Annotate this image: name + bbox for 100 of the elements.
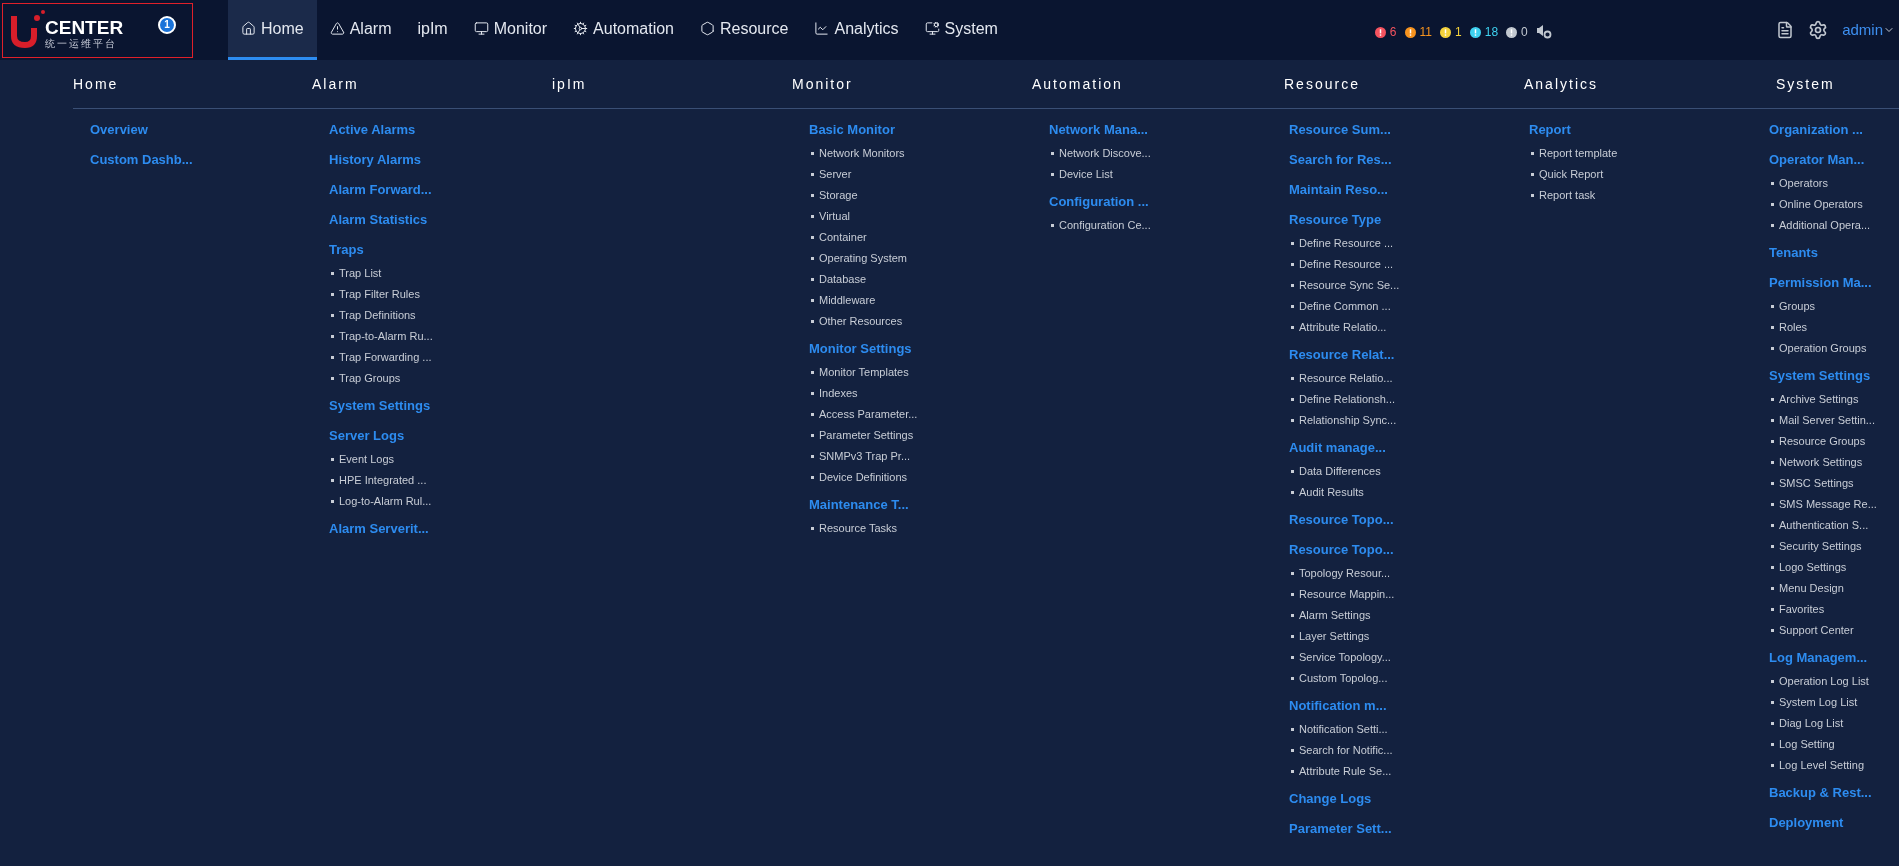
menu-item-link[interactable]: Audit Results: [1289, 482, 1529, 503]
menu-group-link[interactable]: Notification m...: [1289, 693, 1529, 719]
menu-item-link[interactable]: Topology Resour...: [1289, 563, 1529, 584]
menu-item-link[interactable]: Device List: [1049, 164, 1289, 185]
menu-item-link[interactable]: Data Differences: [1289, 461, 1529, 482]
menu-group-link[interactable]: Log Managem...: [1769, 645, 1899, 671]
menu-item-link[interactable]: Online Operators: [1769, 194, 1899, 215]
menu-group-link[interactable]: Overview: [90, 117, 329, 143]
menu-item-link[interactable]: Search for Notific...: [1289, 740, 1529, 761]
menu-group-link[interactable]: Maintenance T...: [809, 492, 1049, 518]
menu-item-link[interactable]: Resource Mappin...: [1289, 584, 1529, 605]
menu-item-link[interactable]: Resource Relatio...: [1289, 368, 1529, 389]
user-menu[interactable]: admin: [1842, 18, 1895, 42]
menu-group-link[interactable]: Deployment: [1769, 810, 1899, 836]
menu-item-link[interactable]: Indexes: [809, 383, 1049, 404]
menu-item-link[interactable]: Trap Forwarding ...: [329, 347, 569, 368]
menu-item-link[interactable]: Attribute Relatio...: [1289, 317, 1529, 338]
menu-item-link[interactable]: Parameter Settings: [809, 425, 1049, 446]
menu-item-link[interactable]: Log-to-Alarm Rul...: [329, 491, 569, 512]
alarm-count[interactable]: 0: [1521, 23, 1528, 41]
nav-tab[interactable]: Automation: [560, 0, 687, 60]
menu-item-link[interactable]: Define Common ...: [1289, 296, 1529, 317]
notification-badge[interactable]: 1: [158, 15, 176, 34]
menu-item-link[interactable]: Resource Sync Se...: [1289, 275, 1529, 296]
menu-group-link[interactable]: Tenants: [1769, 240, 1899, 266]
menu-group-link[interactable]: Configuration ...: [1049, 189, 1289, 215]
menu-item-link[interactable]: Operators: [1769, 173, 1899, 194]
menu-item-link[interactable]: Layer Settings: [1289, 626, 1529, 647]
menu-item-link[interactable]: Operation Groups: [1769, 338, 1899, 359]
menu-group-link[interactable]: System Settings: [1769, 363, 1899, 389]
alarm-count[interactable]: 1: [1455, 23, 1462, 41]
menu-group-link[interactable]: Permission Ma...: [1769, 270, 1899, 296]
menu-item-link[interactable]: Support Center: [1769, 620, 1899, 641]
menu-group-link[interactable]: System Settings: [329, 393, 569, 419]
menu-item-link[interactable]: Attribute Rule Se...: [1289, 761, 1529, 782]
menu-item-link[interactable]: SNMPv3 Trap Pr...: [809, 446, 1049, 467]
alarm-count[interactable]: 18: [1484, 23, 1499, 41]
menu-group-link[interactable]: Operator Man...: [1769, 147, 1899, 173]
menu-item-link[interactable]: Monitor Templates: [809, 362, 1049, 383]
nav-tab[interactable]: Alarm: [316, 0, 405, 60]
nav-tab[interactable]: ipIm: [404, 0, 461, 60]
menu-item-link[interactable]: Custom Topolog...: [1289, 668, 1529, 689]
menu-item-link[interactable]: System Log List: [1769, 692, 1899, 713]
nav-tab[interactable]: Monitor: [460, 0, 561, 60]
menu-item-link[interactable]: Security Settings: [1769, 536, 1899, 557]
menu-item-link[interactable]: Configuration Ce...: [1049, 215, 1289, 236]
menu-item-link[interactable]: Diag Log List: [1769, 713, 1899, 734]
menu-group-link[interactable]: Network Mana...: [1049, 117, 1289, 143]
menu-item-link[interactable]: Logo Settings: [1769, 557, 1899, 578]
menu-group-link[interactable]: Resource Relat...: [1289, 342, 1529, 368]
menu-item-link[interactable]: Trap-to-Alarm Ru...: [329, 326, 569, 347]
menu-item-link[interactable]: Report task: [1529, 185, 1769, 206]
menu-group-link[interactable]: Alarm Serverit...: [329, 516, 569, 542]
menu-item-link[interactable]: Storage: [809, 185, 1049, 206]
menu-item-link[interactable]: Other Resources: [809, 311, 1049, 332]
menu-item-link[interactable]: Archive Settings: [1769, 389, 1899, 410]
menu-item-link[interactable]: Trap Groups: [329, 368, 569, 389]
menu-item-link[interactable]: Network Monitors: [809, 143, 1049, 164]
alarm-count[interactable]: 11: [1419, 23, 1432, 41]
settings-icon[interactable]: [1808, 20, 1829, 40]
menu-item-link[interactable]: Report template: [1529, 143, 1769, 164]
menu-item-link[interactable]: Authentication S...: [1769, 515, 1899, 536]
menu-group-link[interactable]: Alarm Statistics: [329, 207, 569, 233]
menu-group-link[interactable]: Resource Topo...: [1289, 537, 1529, 563]
menu-group-link[interactable]: Active Alarms: [329, 117, 569, 143]
menu-item-link[interactable]: Trap Definitions: [329, 305, 569, 326]
nav-tab[interactable]: Resource: [687, 0, 802, 60]
menu-item-link[interactable]: SMSC Settings: [1769, 473, 1899, 494]
menu-item-link[interactable]: Database: [809, 269, 1049, 290]
menu-item-link[interactable]: Access Parameter...: [809, 404, 1049, 425]
menu-item-link[interactable]: Menu Design: [1769, 578, 1899, 599]
menu-item-link[interactable]: Middleware: [809, 290, 1049, 311]
menu-item-link[interactable]: SMS Message Re...: [1769, 494, 1899, 515]
menu-item-link[interactable]: Roles: [1769, 317, 1899, 338]
menu-item-link[interactable]: Define Relationsh...: [1289, 389, 1529, 410]
menu-item-link[interactable]: Operating System: [809, 248, 1049, 269]
menu-group-link[interactable]: Monitor Settings: [809, 336, 1049, 362]
menu-group-link[interactable]: Organization ...: [1769, 117, 1899, 143]
nav-tab[interactable]: Analytics: [801, 0, 912, 60]
menu-item-link[interactable]: Define Resource ...: [1289, 233, 1529, 254]
menu-item-link[interactable]: Notification Setti...: [1289, 719, 1529, 740]
menu-item-link[interactable]: Event Logs: [329, 449, 569, 470]
menu-group-link[interactable]: Traps: [329, 237, 569, 263]
menu-item-link[interactable]: Operation Log List: [1769, 671, 1899, 692]
menu-item-link[interactable]: Resource Tasks: [809, 518, 1049, 539]
menu-item-link[interactable]: Network Settings: [1769, 452, 1899, 473]
menu-item-link[interactable]: Network Discove...: [1049, 143, 1289, 164]
menu-group-link[interactable]: History Alarms: [329, 147, 569, 173]
document-icon[interactable]: [1776, 21, 1795, 39]
menu-item-link[interactable]: HPE Integrated ...: [329, 470, 569, 491]
menu-item-link[interactable]: Favorites: [1769, 599, 1899, 620]
menu-group-link[interactable]: Parameter Sett...: [1289, 816, 1529, 842]
menu-item-link[interactable]: Server: [809, 164, 1049, 185]
menu-item-link[interactable]: Log Level Setting: [1769, 755, 1899, 776]
menu-item-link[interactable]: Alarm Settings: [1289, 605, 1529, 626]
menu-item-link[interactable]: Mail Server Settin...: [1769, 410, 1899, 431]
menu-group-link[interactable]: Backup & Rest...: [1769, 780, 1899, 806]
menu-item-link[interactable]: Relationship Sync...: [1289, 410, 1529, 431]
menu-group-link[interactable]: Server Logs: [329, 423, 569, 449]
menu-group-link[interactable]: Resource Topo...: [1289, 507, 1529, 533]
